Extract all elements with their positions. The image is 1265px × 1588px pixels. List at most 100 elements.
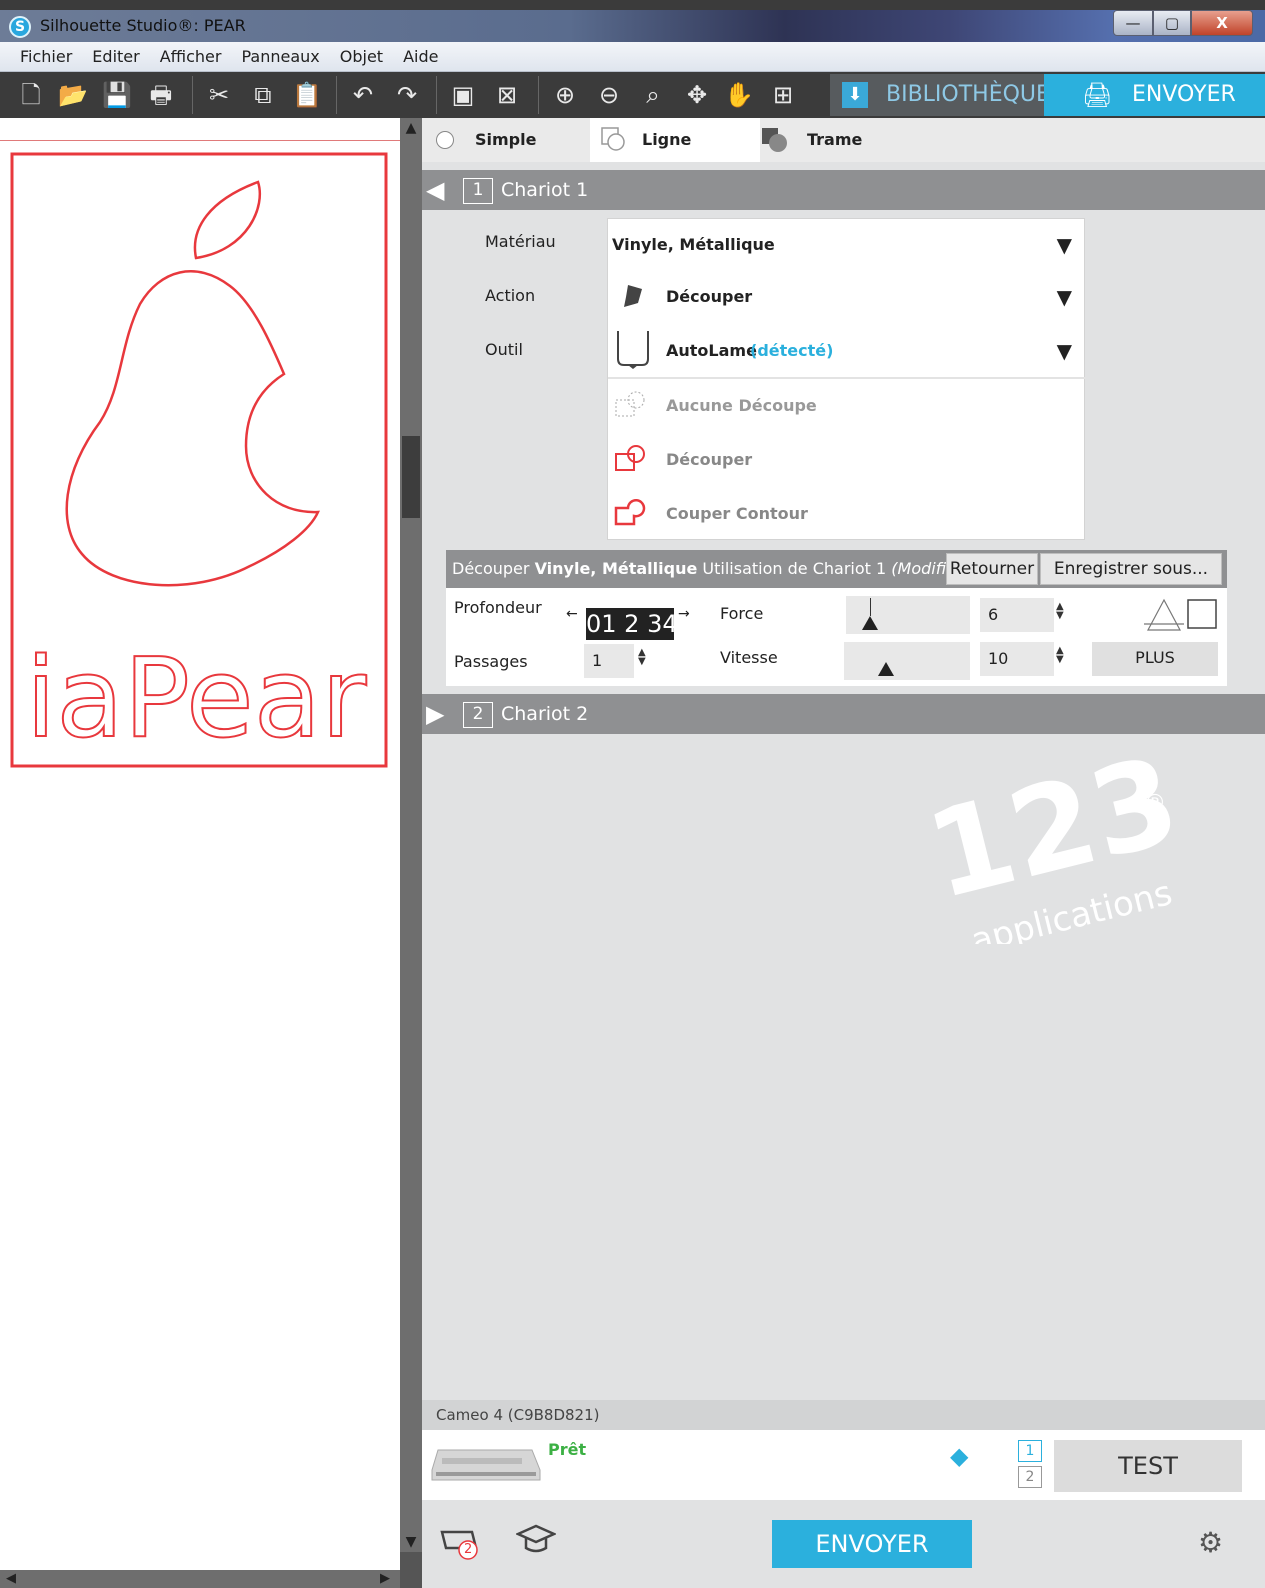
- force-input[interactable]: 6: [980, 598, 1054, 632]
- jog-arrows-icon[interactable]: ◆: [950, 1442, 968, 1470]
- redo-icon[interactable]: ↷: [390, 78, 424, 112]
- depth-label: Profondeur de lame: [454, 598, 542, 620]
- more-button[interactable]: PLUS: [1092, 642, 1218, 676]
- pan-hand-icon[interactable]: ✋: [722, 78, 756, 112]
- blade-depth-selector[interactable]: 01 2 34: [586, 608, 674, 640]
- send-button[interactable]: ENVOYER: [772, 1520, 972, 1568]
- fit-page-icon[interactable]: ⊞: [766, 78, 800, 112]
- action-value: Découper: [666, 287, 753, 306]
- blade-depth-scale: 01 2 34: [586, 610, 674, 638]
- minimize-button[interactable]: —: [1113, 10, 1153, 36]
- design-canvas[interactable]: iaPear: [0, 118, 400, 1570]
- tab-trame[interactable]: Trame: [760, 118, 920, 162]
- vertical-scrollbar[interactable]: ▲ ▼: [400, 118, 422, 1570]
- print-icon[interactable]: 🖶: [144, 78, 178, 112]
- passes-input[interactable]: 1: [584, 644, 634, 678]
- window-controls: — ▢ X: [1113, 10, 1253, 36]
- horizontal-scrollbar[interactable]: ◀ ▶: [0, 1570, 422, 1588]
- settings-header-middle: Utilisation de Chariot 1: [702, 559, 887, 578]
- tab-library[interactable]: ⬇ BIBLIOTHÈQUE: [830, 74, 1050, 116]
- option-no-cut-label: Aucune Découpe: [666, 396, 817, 415]
- settings-header-prefix: Découper: [452, 559, 530, 578]
- menu-editer[interactable]: Editer: [82, 42, 149, 72]
- test-button[interactable]: TEST: [1054, 1440, 1242, 1492]
- option-no-cut[interactable]: Aucune Découpe: [608, 379, 1086, 433]
- copy-icon[interactable]: ⧉: [246, 78, 280, 112]
- menu-fichier[interactable]: Fichier: [10, 42, 82, 72]
- force-slider-handle[interactable]: [862, 616, 878, 630]
- chariot-1-label: Chariot 1: [501, 179, 589, 201]
- passes-stepper[interactable]: ▲ ▼: [638, 648, 646, 667]
- speed-slider[interactable]: [844, 642, 970, 680]
- tab-trame-label: Trame: [807, 130, 863, 149]
- app-logo-icon: S: [9, 16, 31, 38]
- return-button[interactable]: Retourner: [946, 553, 1038, 585]
- option-cut-contour[interactable]: Couper Contour: [608, 487, 1086, 541]
- menu-aide[interactable]: Aide: [393, 42, 448, 72]
- close-button[interactable]: X: [1191, 10, 1253, 36]
- zoom-fit-icon[interactable]: ⌕: [636, 78, 670, 112]
- open-folder-icon[interactable]: 📂: [56, 78, 90, 112]
- tab-send[interactable]: 🖨 ENVOYER: [1044, 74, 1265, 116]
- action-dropdown[interactable]: Découper ▼: [608, 271, 1086, 323]
- new-document-icon[interactable]: 🗋: [14, 78, 48, 112]
- maximize-button[interactable]: ▢: [1153, 10, 1191, 36]
- cut-icon[interactable]: ✂: [202, 78, 236, 112]
- undo-icon[interactable]: ↶: [346, 78, 380, 112]
- speed-input[interactable]: 10: [980, 642, 1054, 676]
- chariot-2-header[interactable]: ▶ 2 Chariot 2: [422, 694, 1265, 734]
- save-icon[interactable]: 💾: [100, 78, 134, 112]
- scroll-thumb[interactable]: [402, 436, 420, 518]
- material-label: Matériau: [485, 232, 556, 251]
- chariot-1-header[interactable]: ◀ 1 Chariot 1: [422, 170, 1265, 210]
- cutter-icon: 🖨: [1082, 81, 1113, 109]
- cut-settings-dropdowns: Vinyle, Métallique ▼ Découper ▼ AutoLame…: [607, 218, 1086, 541]
- force-slider-tick: [870, 598, 871, 616]
- toolbar: 🗋 📂 💾 🖶 ✂ ⧉ 📋 ↶ ↷ ▣ ⊠ ⊕ ⊖ ⌕ ✥ ✋ ⊞ ⬇ BIBL…: [0, 72, 1265, 118]
- registration-icon[interactable]: [1144, 594, 1220, 634]
- menu-panneaux[interactable]: Panneaux: [231, 42, 329, 72]
- cut-settings-panel: Découper Vinyle, Métallique Utilisation …: [446, 550, 1227, 686]
- action-dropdown-arrow-icon[interactable]: ▼: [1057, 271, 1072, 323]
- scroll-up-icon[interactable]: ▲: [402, 118, 420, 138]
- tab-simple-label: Simple: [475, 130, 537, 149]
- material-dropdown[interactable]: Vinyle, Métallique ▼: [608, 219, 1086, 271]
- menu-objet[interactable]: Objet: [330, 42, 393, 72]
- fill-mode-icon: [762, 128, 787, 152]
- page-1-box[interactable]: 1: [1018, 1440, 1042, 1462]
- send-panel: Simple Ligne Trame ◀ 1 Chariot 1 Matéria…: [422, 118, 1265, 1588]
- zoom-out-icon[interactable]: ⊖: [592, 78, 626, 112]
- page-2-box[interactable]: 2: [1018, 1466, 1042, 1488]
- force-stepper[interactable]: ▲ ▼: [1056, 602, 1064, 621]
- tool-dropdown-arrow-icon[interactable]: ▼: [1057, 325, 1072, 377]
- toolbar-divider: [336, 76, 337, 114]
- option-cut[interactable]: Découper: [608, 433, 1086, 487]
- material-dropdown-arrow-icon[interactable]: ▼: [1057, 219, 1072, 271]
- depth-right-arrow-icon[interactable]: →: [678, 606, 690, 622]
- zoom-in-icon[interactable]: ⊕: [548, 78, 582, 112]
- depth-left-arrow-icon[interactable]: ←: [566, 606, 578, 622]
- simple-radio[interactable]: [436, 131, 454, 149]
- tutorial-cap-icon[interactable]: [516, 1522, 556, 1554]
- paste-icon[interactable]: 📋: [290, 78, 324, 112]
- action-label: Action: [485, 286, 536, 305]
- window-title: Silhouette Studio®: PEAR: [40, 16, 246, 35]
- collapse-arrow-icon[interactable]: ◀: [426, 170, 444, 210]
- tab-simple[interactable]: Simple: [422, 118, 592, 162]
- speed-stepper[interactable]: ▲ ▼: [1056, 646, 1064, 665]
- ungroup-icon[interactable]: ⊠: [490, 78, 524, 112]
- scroll-down-icon[interactable]: ▼: [402, 1532, 420, 1552]
- settings-gear-icon[interactable]: ⚙: [1198, 1526, 1223, 1559]
- expand-arrow-icon[interactable]: ▶: [426, 694, 444, 734]
- menu-afficher[interactable]: Afficher: [150, 42, 232, 72]
- scroll-right-icon[interactable]: ▶: [380, 1570, 390, 1588]
- speed-slider-handle[interactable]: [878, 662, 894, 676]
- scroll-left-icon[interactable]: ◀: [6, 1570, 16, 1588]
- move-icon[interactable]: ✥: [680, 78, 714, 112]
- tool-dropdown[interactable]: AutoLame (détecté) ▼: [608, 325, 1086, 377]
- save-as-button[interactable]: Enregistrer sous...: [1040, 553, 1222, 585]
- cutter-queue-icon[interactable]: [438, 1522, 482, 1562]
- tab-ligne[interactable]: Ligne: [590, 118, 760, 162]
- force-slider[interactable]: [846, 596, 970, 634]
- group-icon[interactable]: ▣: [446, 78, 480, 112]
